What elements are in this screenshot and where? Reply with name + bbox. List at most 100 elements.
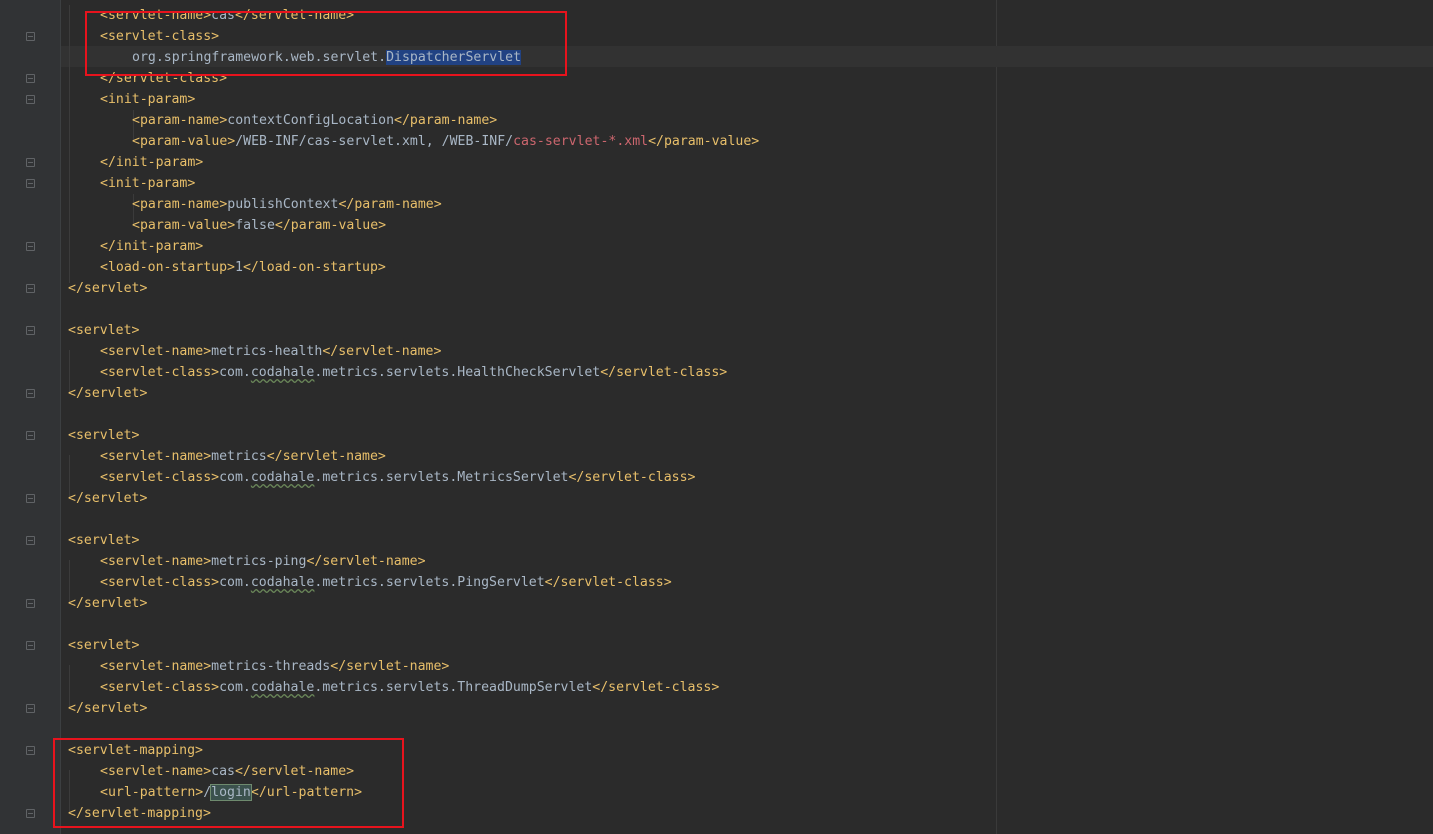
fold-toggle-icon[interactable] (26, 431, 35, 440)
code-token: metrics (211, 449, 267, 464)
code-token: <servlet> (68, 323, 140, 338)
code-token: contextConfigLocation (227, 113, 395, 128)
fold-toggle-icon[interactable] (26, 32, 35, 41)
code-token: </servlet-class> (600, 365, 728, 380)
code-token: <servlet-name> (100, 344, 212, 359)
code-token: <param-value> (132, 134, 236, 149)
code-token: </load-on-startup> (242, 260, 386, 275)
code-line[interactable]: <servlet> (68, 530, 139, 551)
code-line[interactable]: <servlet> (68, 635, 139, 656)
code-token: </param-value> (648, 134, 760, 149)
code-line[interactable]: <servlet-name>metrics</servlet-name> (100, 446, 386, 467)
code-line[interactable]: <init-param> (100, 173, 195, 194)
code-line[interactable]: </servlet> (68, 383, 147, 404)
fold-toggle-icon[interactable] (26, 389, 35, 398)
code-token: <servlet-name> (100, 659, 212, 674)
code-token: <servlet-class> (100, 365, 220, 380)
code-token: codahale (250, 365, 315, 380)
code-token: publishContext (227, 197, 339, 212)
code-line[interactable]: <load-on-startup>1</load-on-startup> (100, 257, 386, 278)
fold-toggle-icon[interactable] (26, 809, 35, 818)
code-token: <servlet> (68, 428, 140, 443)
code-line[interactable]: <param-name>publishContext</param-name> (132, 194, 442, 215)
code-token: </servlet-name> (266, 449, 386, 464)
code-token: com. (219, 470, 251, 485)
code-token: </servlet-class> (592, 680, 720, 695)
code-token: <param-value> (132, 218, 236, 233)
code-line[interactable]: </servlet> (68, 488, 147, 509)
fold-toggle-icon[interactable] (26, 536, 35, 545)
code-line[interactable]: <init-param> (100, 89, 195, 110)
code-token: <servlet> (68, 533, 140, 548)
code-token: </param-name> (338, 197, 442, 212)
code-token: </init-param> (100, 155, 204, 170)
code-token: metrics-health (211, 344, 323, 359)
code-line[interactable]: <servlet-class>com.codahale.metrics.serv… (100, 677, 719, 698)
code-token: <servlet-class> (100, 680, 220, 695)
code-token: </servlet> (68, 386, 148, 401)
code-token: </servlet> (68, 701, 148, 716)
code-token: <servlet-class> (100, 575, 220, 590)
code-token: false (235, 218, 275, 233)
gutter-separator (60, 0, 61, 834)
code-line[interactable]: </init-param> (100, 236, 203, 257)
code-line[interactable]: </servlet> (68, 698, 147, 719)
fold-toggle-icon[interactable] (26, 158, 35, 167)
code-token: .metrics.servlets.PingServlet (314, 575, 545, 590)
fold-toggle-icon[interactable] (26, 284, 35, 293)
indent-guide (69, 5, 70, 283)
code-token: </servlet> (68, 596, 148, 611)
code-line[interactable]: <servlet> (68, 425, 139, 446)
code-token: .metrics.servlets.HealthCheckServlet (314, 365, 601, 380)
code-token: </param-name> (394, 113, 498, 128)
code-line[interactable]: <servlet-name>metrics-threads</servlet-n… (100, 656, 449, 677)
code-token: <servlet-name> (100, 449, 212, 464)
code-token: <init-param> (100, 176, 196, 191)
code-line[interactable]: <param-value>false</param-value> (132, 215, 386, 236)
code-line[interactable]: <servlet-class>com.codahale.metrics.serv… (100, 467, 696, 488)
fold-toggle-icon[interactable] (26, 242, 35, 251)
code-token: </servlet-name> (330, 659, 450, 674)
fold-toggle-icon[interactable] (26, 326, 35, 335)
code-token: </servlet-name> (306, 554, 426, 569)
annotation-box-servlet-class (85, 11, 567, 76)
fold-toggle-icon[interactable] (26, 95, 35, 104)
code-line[interactable]: <servlet-name>metrics-health</servlet-na… (100, 341, 441, 362)
code-line[interactable]: <servlet-class>com.codahale.metrics.serv… (100, 362, 727, 383)
code-line[interactable]: </servlet> (68, 278, 147, 299)
code-token: /WEB-INF/cas-servlet.xml, /WEB-INF/ (235, 134, 514, 149)
right-margin-guide (996, 0, 997, 834)
code-line[interactable]: </init-param> (100, 152, 203, 173)
code-line[interactable]: </servlet> (68, 593, 147, 614)
code-line[interactable]: <servlet> (68, 320, 139, 341)
code-token: </servlet> (68, 491, 148, 506)
code-token: codahale (250, 575, 315, 590)
code-token: <servlet-class> (100, 470, 220, 485)
code-token: </servlet-class> (544, 575, 672, 590)
fold-toggle-icon[interactable] (26, 599, 35, 608)
fold-toggle-icon[interactable] (26, 746, 35, 755)
code-token: .metrics.servlets.MetricsServlet (314, 470, 569, 485)
fold-toggle-icon[interactable] (26, 179, 35, 188)
code-token: </servlet-class> (568, 470, 696, 485)
code-token: <servlet> (68, 638, 140, 653)
code-token: cas-servlet-*.xml (513, 134, 649, 149)
code-line[interactable]: <servlet-class>com.codahale.metrics.serv… (100, 572, 672, 593)
code-token: codahale (250, 680, 315, 695)
code-token: </param-value> (274, 218, 387, 233)
fold-toggle-icon[interactable] (26, 494, 35, 503)
code-token: </servlet-name> (322, 344, 442, 359)
code-token: .metrics.servlets.ThreadDumpServlet (314, 680, 593, 695)
code-line[interactable]: <servlet-name>metrics-ping</servlet-name… (100, 551, 426, 572)
code-line[interactable]: <param-name>contextConfigLocation</param… (132, 110, 497, 131)
fold-toggle-icon[interactable] (26, 641, 35, 650)
code-token: com. (219, 680, 251, 695)
fold-toggle-icon[interactable] (26, 704, 35, 713)
code-token: </init-param> (100, 239, 204, 254)
code-line[interactable]: <param-value>/WEB-INF/cas-servlet.xml, /… (132, 131, 759, 152)
code-token: codahale (250, 470, 315, 485)
code-token: metrics-threads (211, 659, 331, 674)
code-token: com. (219, 575, 251, 590)
fold-toggle-icon[interactable] (26, 74, 35, 83)
code-token: <init-param> (100, 92, 196, 107)
